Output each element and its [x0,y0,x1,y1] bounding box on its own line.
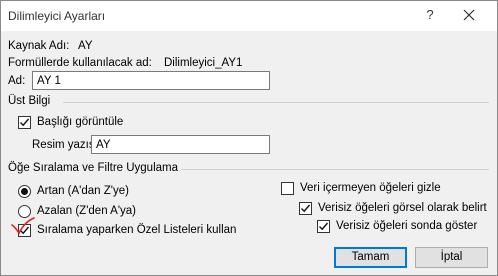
show-last-label: Verisiz öğeleri sonda göster [336,220,478,232]
ascending-label: Artan (A'dan Z'ye) [37,185,129,197]
show-header-label: Başlığı görüntüle [37,116,124,128]
hide-no-data-label: Veri içermeyen öğeleri gizle [300,182,441,194]
sorting-section-title: Öğe Sıralama ve Filtre Uygulama [8,162,179,174]
help-button[interactable]: ? [420,5,440,25]
checkmark-icon [319,222,329,231]
checkmark-icon [20,118,30,127]
indicate-no-data-checkbox[interactable] [299,202,312,215]
ok-button[interactable]: Tamam [334,247,407,268]
radio-selected-dot [21,188,28,195]
header-section-title: Üst Bilgi [8,95,51,107]
descending-label: Azalan (Z'den A'ya) [37,205,136,217]
slicer-settings-dialog: Dilimleyici Ayarları ? Kaynak Adı: AY Fo… [0,0,498,276]
show-last-checkbox[interactable] [317,220,330,233]
custom-lists-label: Sıralama yaparken Özel Listeleri kullan [37,224,237,236]
window-title: Dilimleyici Ayarları [8,9,106,23]
formula-name-value: Dilimleyici_AY1 [164,57,243,69]
indicate-no-data-label: Verisiz öğeleri görsel olarak belirt [318,202,487,214]
show-header-checkbox[interactable] [18,116,31,129]
source-name-label: Kaynak Adı: [8,40,70,52]
name-input[interactable] [32,71,270,90]
red-annotation-mark-icon [11,217,35,235]
name-label: Ad: [8,75,26,87]
title-bar: Dilimleyici Ayarları ? [1,1,497,31]
caption-input[interactable] [91,135,270,154]
ascending-radio[interactable] [18,185,31,198]
close-icon [463,9,475,21]
formula-name-label: Formüllerde kullanılacak ad: [8,57,152,69]
checkmark-icon [301,204,311,213]
cancel-button[interactable]: İptal [415,247,488,268]
source-name-value: AY [78,40,93,52]
hide-no-data-checkbox[interactable] [281,182,294,195]
sorting-section-divider [181,169,489,170]
header-section-divider [63,102,489,103]
close-button[interactable] [457,4,481,26]
